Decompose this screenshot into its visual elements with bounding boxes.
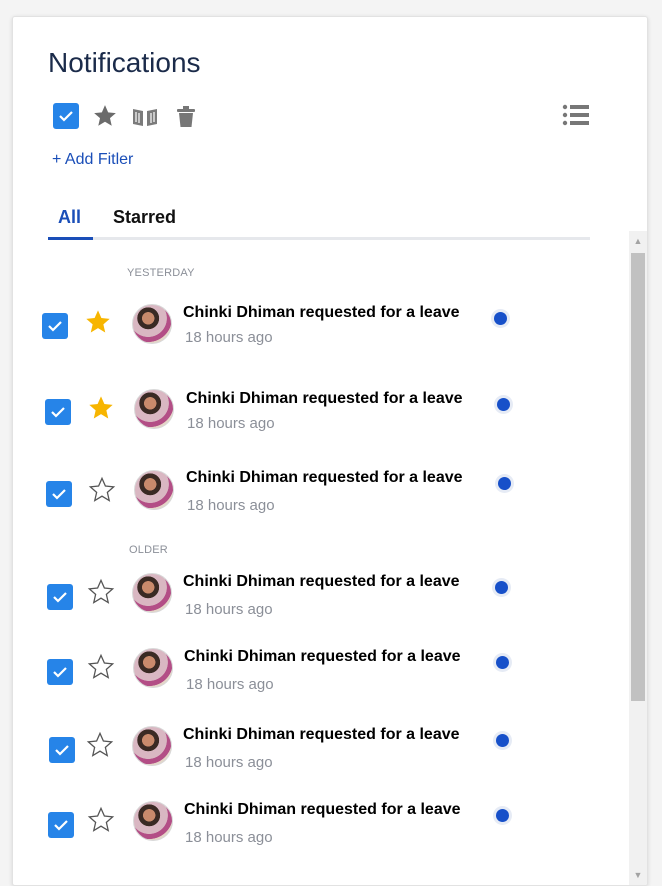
tab-bar: All Starred [48, 205, 590, 240]
star-outline-icon[interactable] [88, 476, 116, 504]
notification-checkbox[interactable] [49, 737, 75, 763]
notification-timestamp: 18 hours ago [185, 829, 273, 846]
notification-timestamp: 18 hours ago [185, 754, 273, 771]
active-tab-indicator [48, 237, 93, 240]
star-outline-icon[interactable] [87, 578, 115, 606]
notification-timestamp: 18 hours ago [187, 415, 275, 432]
scroll-down-icon[interactable]: ▼ [629, 867, 647, 883]
section-label-older: OLDER [129, 544, 168, 556]
avatar [134, 470, 174, 510]
notification-title[interactable]: Chinki Dhiman requested for a leave [186, 390, 463, 408]
unread-dot-icon[interactable] [496, 656, 509, 669]
star-icon[interactable] [91, 103, 119, 129]
tab-all[interactable]: All [58, 207, 81, 228]
notification-checkbox[interactable] [47, 584, 73, 610]
tab-starred[interactable]: Starred [113, 207, 176, 228]
select-all-checkbox[interactable] [53, 103, 79, 129]
checkmark-icon [53, 592, 67, 603]
checkmark-icon [52, 489, 66, 500]
unread-dot-icon[interactable] [495, 581, 508, 594]
star-outline-icon[interactable] [87, 653, 115, 681]
unread-dot-icon[interactable] [498, 477, 511, 490]
avatar [132, 304, 172, 344]
notification-title[interactable]: Chinki Dhiman requested for a leave [184, 801, 461, 819]
notification-timestamp: 18 hours ago [185, 329, 273, 346]
unread-dot-icon[interactable] [496, 734, 509, 747]
scroll-thumb[interactable] [631, 253, 645, 701]
open-book-icon[interactable] [130, 105, 160, 129]
star-filled-icon[interactable] [87, 394, 115, 422]
notification-timestamp: 18 hours ago [187, 497, 275, 514]
notification-checkbox[interactable] [46, 481, 72, 507]
notification-timestamp: 18 hours ago [186, 676, 274, 693]
notification-checkbox[interactable] [45, 399, 71, 425]
star-outline-icon[interactable] [86, 731, 114, 759]
scroll-up-icon[interactable]: ▲ [629, 233, 647, 249]
notification-title[interactable]: Chinki Dhiman requested for a leave [183, 304, 460, 322]
notification-checkbox[interactable] [48, 812, 74, 838]
unread-dot-icon[interactable] [497, 398, 510, 411]
add-filter-link[interactable]: + Add Fitler [52, 151, 133, 169]
section-label-yesterday: YESTERDAY [127, 267, 195, 279]
avatar [132, 726, 172, 766]
notification-checkbox[interactable] [47, 659, 73, 685]
trash-icon[interactable] [175, 105, 197, 129]
avatar [133, 648, 173, 688]
avatar [132, 573, 172, 613]
notification-title[interactable]: Chinki Dhiman requested for a leave [184, 648, 461, 666]
checkmark-icon [53, 667, 67, 678]
checkmark-icon [48, 321, 62, 332]
notification-timestamp: 18 hours ago [185, 601, 273, 618]
avatar [134, 389, 174, 429]
checkbox-checked-icon [53, 103, 79, 129]
checkmark-icon [51, 407, 65, 418]
notification-title[interactable]: Chinki Dhiman requested for a leave [186, 469, 463, 487]
checkmark-icon [55, 745, 69, 756]
page-title: Notifications [48, 47, 201, 78]
list-view-icon[interactable] [561, 103, 591, 127]
notification-title[interactable]: Chinki Dhiman requested for a leave [183, 726, 460, 744]
notification-checkbox[interactable] [42, 313, 68, 339]
star-outline-icon[interactable] [87, 806, 115, 834]
avatar [133, 801, 173, 841]
scrollbar[interactable]: ▲ ▼ [629, 231, 647, 885]
unread-dot-icon[interactable] [496, 809, 509, 822]
notification-title[interactable]: Chinki Dhiman requested for a leave [183, 573, 460, 591]
notifications-panel: Notifications + Add Fitler All Starred Y… [12, 16, 648, 886]
star-filled-icon[interactable] [84, 308, 112, 336]
checkmark-icon [54, 820, 68, 831]
unread-dot-icon[interactable] [494, 312, 507, 325]
